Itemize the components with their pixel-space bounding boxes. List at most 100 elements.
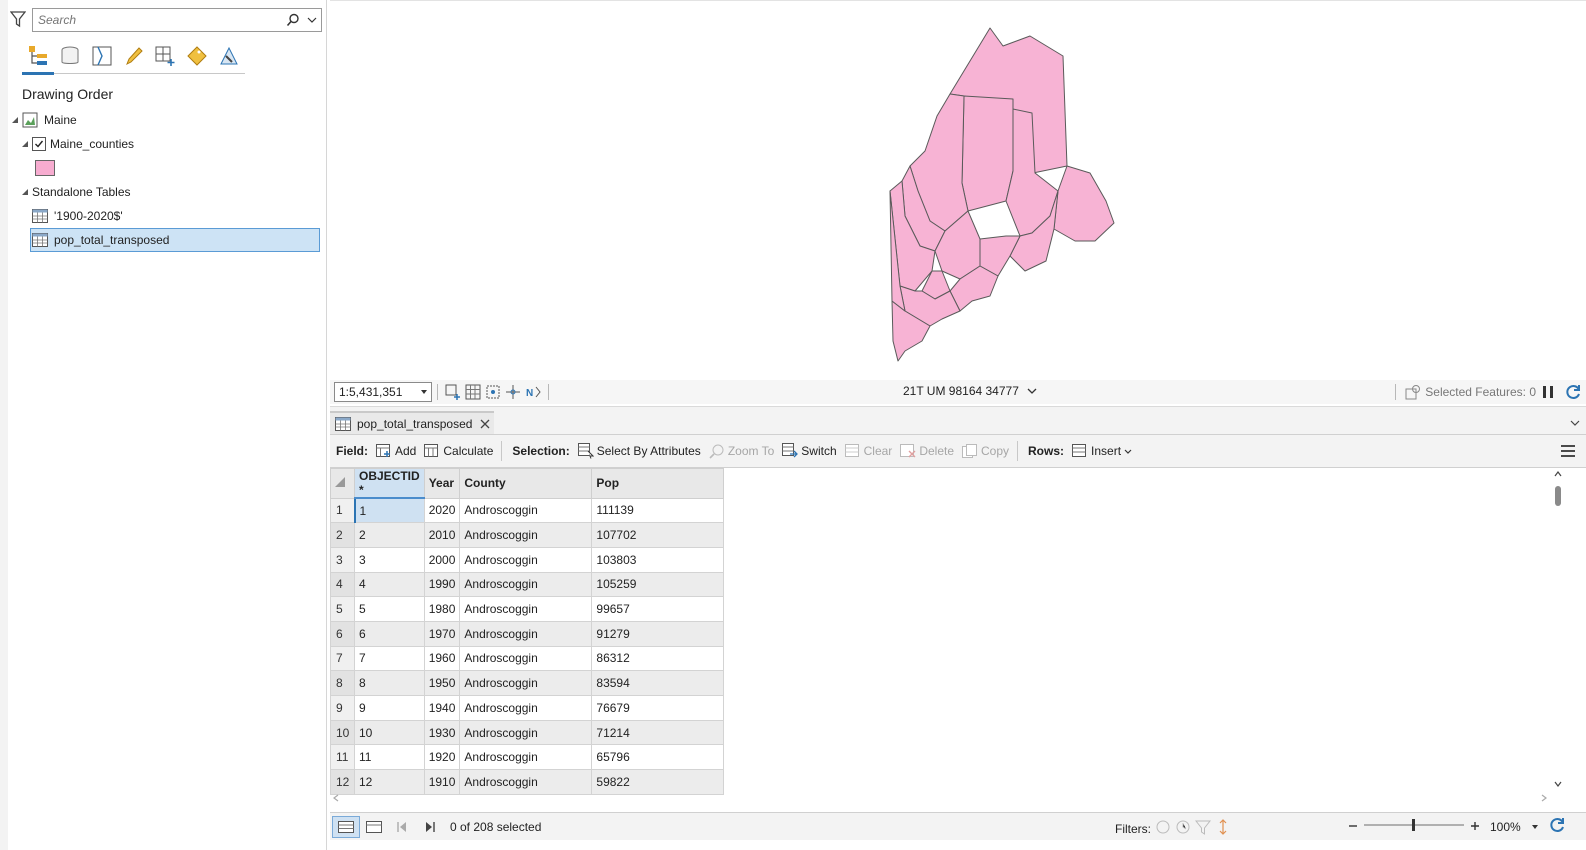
- county-cell[interactable]: Androscoggin: [459, 497, 593, 524]
- table-row[interactable]: 6 6 1970 Androscoggin 91279: [330, 620, 725, 647]
- zoom-slider[interactable]: [1364, 818, 1464, 835]
- constraint-icon[interactable]: [503, 382, 523, 402]
- county-cell[interactable]: Androscoggin: [459, 596, 593, 622]
- pop-cell[interactable]: 103803: [591, 546, 725, 573]
- select-all-corner[interactable]: [330, 468, 355, 499]
- year-cell[interactable]: 1960: [423, 645, 461, 672]
- pop-cell[interactable]: 105259: [591, 571, 725, 598]
- zoom-level-dropdown[interactable]: 100%: [1486, 817, 1542, 837]
- table-row[interactable]: 3 3 2000 Androscoggin 103803: [330, 546, 725, 573]
- year-cell[interactable]: 1950: [423, 670, 461, 696]
- year-cell[interactable]: 2000: [423, 546, 461, 573]
- copy-selection-button[interactable]: Copy: [962, 444, 1009, 458]
- year-cell[interactable]: 1930: [423, 719, 461, 746]
- pop-cell[interactable]: 59822: [591, 769, 725, 795]
- coordinate-readout[interactable]: 21T UM 98164 34777: [903, 384, 1037, 398]
- row-number-cell[interactable]: 12: [330, 769, 355, 795]
- last-record-icon[interactable]: [416, 816, 444, 838]
- navigation-icon[interactable]: N: [523, 382, 543, 402]
- chevron-down-icon[interactable]: [1027, 388, 1037, 394]
- range-filter-icon[interactable]: [1215, 819, 1231, 838]
- insert-rows-button[interactable]: Insert: [1072, 444, 1132, 458]
- contents-search-box[interactable]: [32, 8, 322, 32]
- grid-icon[interactable]: [463, 382, 483, 402]
- extent-filter-icon[interactable]: [1155, 819, 1171, 838]
- pop-cell[interactable]: 71214: [591, 719, 725, 746]
- objectid-cell[interactable]: 7: [354, 645, 425, 672]
- pause-drawing-icon[interactable]: [1540, 384, 1556, 400]
- column-header-pop[interactable]: Pop: [591, 468, 725, 499]
- table-row[interactable]: 2 2 2010 Androscoggin 107702: [330, 522, 725, 548]
- table-row[interactable]: 11 11 1920 Androscoggin 65796: [330, 744, 725, 771]
- select-by-attributes-button[interactable]: Select By Attributes: [577, 443, 701, 459]
- row-number-cell[interactable]: 11: [330, 744, 355, 771]
- county-cell[interactable]: Androscoggin: [459, 620, 593, 647]
- county-cell[interactable]: Androscoggin: [459, 744, 593, 771]
- year-cell[interactable]: 1970: [423, 620, 461, 647]
- county-cell[interactable]: Androscoggin: [459, 769, 593, 795]
- refresh-icon[interactable]: [1564, 383, 1582, 401]
- expanded-triangle-icon[interactable]: [10, 115, 20, 125]
- county-cell[interactable]: Androscoggin: [459, 695, 593, 721]
- pop-cell[interactable]: 91279: [591, 620, 725, 647]
- layer-symbol-swatch[interactable]: [35, 160, 55, 176]
- switch-selection-button[interactable]: Switch: [782, 443, 837, 459]
- filter-icon[interactable]: [9, 10, 27, 28]
- row-number-cell[interactable]: 4: [330, 571, 355, 598]
- chevron-down-icon[interactable]: [303, 10, 321, 30]
- selected-features-indicator[interactable]: Selected Features: 0: [1390, 384, 1536, 400]
- table-row[interactable]: 7 7 1960 Androscoggin 86312: [330, 645, 725, 672]
- row-number-cell[interactable]: 1: [330, 497, 355, 524]
- year-cell[interactable]: 1920: [423, 744, 461, 771]
- year-cell[interactable]: 2010: [423, 522, 461, 548]
- maine-counties-map[interactable]: [330, 1, 1586, 381]
- expanded-triangle-icon[interactable]: [20, 139, 30, 149]
- row-number-cell[interactable]: 10: [330, 719, 355, 746]
- fixed-zoom-in-icon[interactable]: [443, 382, 463, 402]
- list-by-editing-icon[interactable]: [118, 38, 150, 74]
- search-icon[interactable]: [283, 10, 303, 30]
- objectid-cell[interactable]: 5: [354, 596, 425, 622]
- objectid-cell[interactable]: 4: [354, 571, 425, 598]
- tree-map-node[interactable]: Maine: [10, 109, 77, 131]
- vertical-scrollbar[interactable]: [1552, 468, 1564, 792]
- pop-cell[interactable]: 86312: [591, 645, 725, 672]
- row-number-cell[interactable]: 2: [330, 522, 355, 548]
- list-by-drawing-order-icon[interactable]: [22, 38, 54, 75]
- row-number-cell[interactable]: 6: [330, 620, 355, 647]
- list-by-source-icon[interactable]: [54, 38, 86, 74]
- column-header-county[interactable]: County: [459, 468, 593, 499]
- zoom-in-icon[interactable]: [1470, 820, 1480, 834]
- row-number-cell[interactable]: 8: [330, 670, 355, 696]
- tree-standalone-tables-node[interactable]: Standalone Tables: [20, 181, 131, 203]
- year-cell[interactable]: 1910: [423, 769, 461, 795]
- chevron-down-icon[interactable]: [1570, 415, 1580, 429]
- pop-cell[interactable]: 99657: [591, 596, 725, 622]
- close-icon[interactable]: [480, 419, 490, 429]
- objectid-cell[interactable]: 6: [354, 620, 425, 647]
- list-by-labeling-icon[interactable]: [181, 38, 213, 74]
- table-row[interactable]: 5 5 1980 Androscoggin 99657: [330, 596, 725, 622]
- definition-query-filter-icon[interactable]: [1194, 819, 1212, 838]
- objectid-cell[interactable]: 9: [354, 695, 425, 721]
- row-number-cell[interactable]: 5: [330, 596, 355, 622]
- contents-search-input[interactable]: [33, 10, 283, 30]
- objectid-cell[interactable]: 1: [353, 497, 425, 524]
- row-number-cell[interactable]: 3: [330, 546, 355, 573]
- table-row[interactable]: 4 4 1990 Androscoggin 105259: [330, 571, 725, 598]
- objectid-cell[interactable]: 11: [354, 744, 425, 771]
- tab-pop-total-transposed[interactable]: pop_total_transposed: [330, 411, 494, 435]
- objectid-cell[interactable]: 2: [354, 522, 425, 548]
- row-number-cell[interactable]: 7: [330, 645, 355, 672]
- map-view[interactable]: [330, 0, 1586, 380]
- table-options-menu-icon[interactable]: [1560, 444, 1576, 461]
- list-by-selection-icon[interactable]: [86, 38, 118, 74]
- row-number-cell[interactable]: 9: [330, 695, 355, 721]
- pop-cell[interactable]: 65796: [591, 744, 725, 771]
- county-cell[interactable]: Androscoggin: [459, 645, 593, 672]
- first-record-icon[interactable]: [388, 816, 416, 838]
- pop-cell[interactable]: 107702: [591, 522, 725, 548]
- table-row[interactable]: 9 9 1940 Androscoggin 76679: [330, 695, 725, 721]
- county-cell[interactable]: Androscoggin: [459, 522, 593, 548]
- show-all-records-icon[interactable]: [332, 815, 360, 838]
